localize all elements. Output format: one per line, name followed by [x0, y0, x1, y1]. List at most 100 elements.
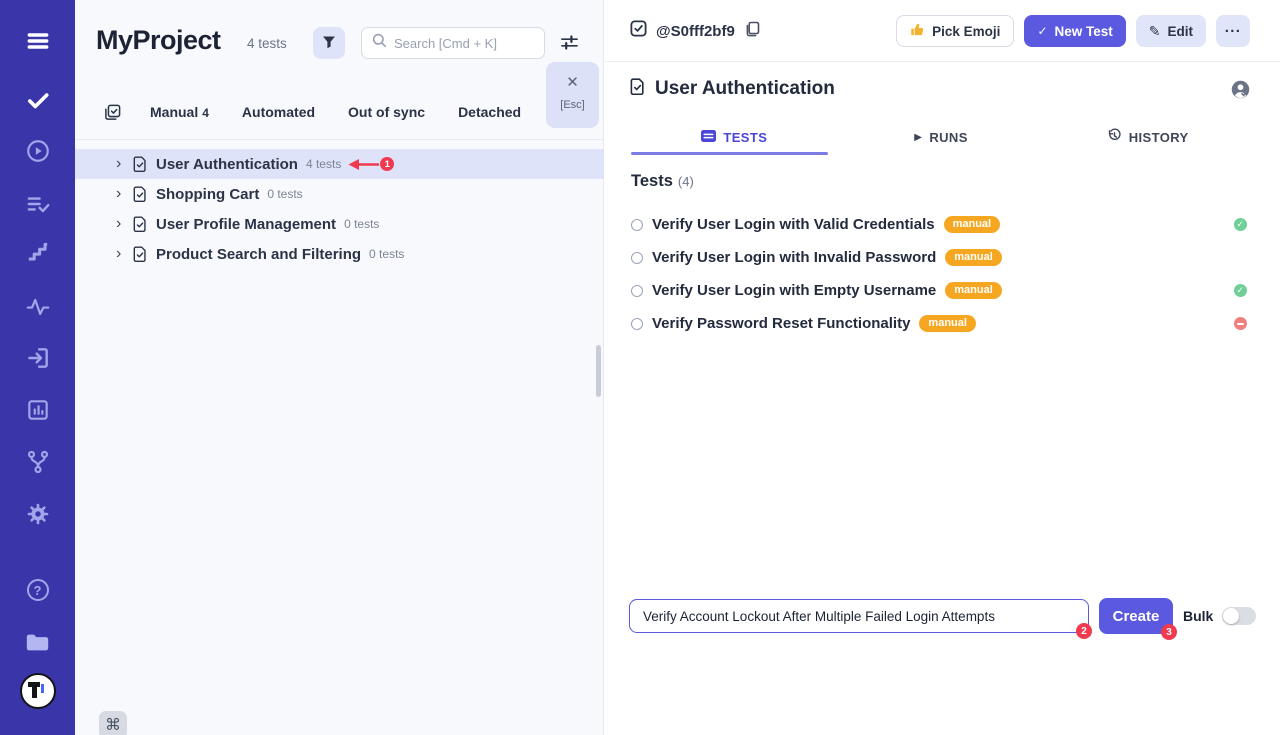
chevron-right-icon[interactable]: › [116, 215, 126, 233]
reports-chart-icon[interactable] [24, 396, 52, 424]
test-row[interactable]: Verify User Login with Valid Credentials… [631, 208, 1250, 241]
tree-label: Product Search and Filtering [156, 246, 361, 263]
search-icon [372, 33, 387, 53]
detail-topbar: @S0fff2bf9 Pick Emoji ✓ New Test ✎ Edit … [605, 0, 1280, 62]
suite-detail-panel: @S0fff2bf9 Pick Emoji ✓ New Test ✎ Edit … [605, 0, 1280, 735]
tree-label: User Profile Management [156, 216, 336, 233]
test-row[interactable]: Verify User Login with Invalid Password … [631, 241, 1250, 274]
tab-manual[interactable]: Manual 4 [150, 104, 209, 120]
annotation-arrow-left [347, 158, 379, 171]
tab-detached[interactable]: Detached [458, 104, 521, 120]
history-clock-icon [1107, 128, 1122, 146]
tests-heading-label: Tests [631, 172, 673, 191]
edit-button[interactable]: ✎ Edit [1136, 15, 1206, 47]
test-radio[interactable] [631, 285, 643, 297]
tree-count: 0 tests [344, 217, 379, 231]
tree-row-user-authentication[interactable]: › User Authentication 4 tests 1 [75, 149, 604, 179]
import-icon[interactable] [24, 344, 52, 372]
document-check-icon [133, 246, 147, 262]
projects-folder-icon[interactable] [24, 628, 52, 656]
tab-out-of-sync-label: Out of sync [348, 104, 425, 120]
tab-runs-label: RUNS [929, 130, 967, 145]
chevron-right-icon[interactable]: › [116, 155, 126, 173]
annotation-badge-3: 3 [1161, 624, 1177, 640]
tests-tab-icon [701, 130, 716, 145]
tab-history[interactable]: HISTORY [1044, 122, 1251, 152]
manual-badge: manual [944, 216, 1001, 233]
cmd-key-hint: ⌘ [99, 711, 127, 735]
tab-out-of-sync[interactable]: Out of sync [348, 104, 425, 120]
test-row[interactable]: Verify Password Reset Functionality manu… [631, 307, 1250, 340]
logo-t-stem [32, 682, 37, 698]
assignee-avatar-check-icon[interactable] [1231, 80, 1250, 99]
tab-manual-label: Manual [150, 104, 198, 120]
new-test-title-input[interactable] [629, 599, 1089, 633]
test-radio[interactable] [631, 318, 643, 330]
test-radio[interactable] [631, 219, 643, 231]
tree-row-product-search-and-filtering[interactable]: › Product Search and Filtering 0 tests [75, 239, 604, 269]
document-check-icon [630, 78, 645, 100]
tab-automated[interactable]: Automated [242, 104, 315, 120]
document-check-icon [133, 186, 147, 202]
chevron-right-icon[interactable]: › [116, 245, 126, 263]
menu-icon[interactable] [24, 27, 52, 55]
runs-play-circle-icon[interactable] [24, 137, 52, 165]
scrollbar-thumb[interactable] [596, 345, 601, 397]
adjustments-icon[interactable] [561, 35, 578, 55]
manual-badge: manual [945, 249, 1002, 266]
new-test-label: New Test [1055, 24, 1113, 39]
tests-heading: Tests (4) [631, 172, 694, 191]
steps-icon[interactable] [24, 238, 52, 266]
document-check-icon [133, 216, 147, 232]
create-button-wrap: Create 3 [1099, 598, 1173, 634]
logo-accent [41, 684, 44, 693]
test-radio[interactable] [631, 252, 643, 264]
divider [75, 139, 604, 140]
question-mark-glyph: ? [27, 579, 49, 601]
select-all-icon[interactable] [104, 104, 121, 121]
close-icon[interactable]: ✕ [566, 75, 579, 90]
activity-pulse-icon[interactable] [24, 293, 52, 321]
tests-check-icon[interactable] [24, 86, 52, 114]
funnel-icon [322, 35, 336, 52]
ellipsis-icon: ··· [1225, 23, 1242, 40]
tab-tests-label: TESTS [723, 130, 767, 145]
help-icon[interactable]: ? [24, 576, 52, 604]
tuskr-logo[interactable] [20, 673, 56, 709]
bulk-toggle[interactable] [1222, 607, 1256, 625]
project-title: MyProject [96, 25, 221, 56]
suite-title: User Authentication [655, 78, 835, 100]
pick-emoji-button[interactable]: Pick Emoji [896, 15, 1014, 47]
tree-row-shopping-cart[interactable]: › Shopping Cart 0 tests [75, 179, 604, 209]
tab-tests[interactable]: TESTS [631, 122, 838, 152]
project-panel: MyProject 4 tests ✕ [Esc] Manual 4 Aut [75, 0, 604, 735]
test-title: Verify User Login with Empty Username [652, 282, 936, 299]
annotation-badge-2: 2 [1076, 623, 1092, 639]
tab-runs[interactable]: ▶ RUNS [838, 122, 1045, 152]
pick-emoji-label: Pick Emoji [932, 24, 1000, 39]
detail-tabs: TESTS ▶ RUNS HISTORY [631, 122, 1251, 152]
bulk-label: Bulk [1183, 608, 1213, 624]
check-icon: ✓ [1037, 24, 1047, 38]
toggle-knob [1223, 608, 1239, 624]
tree-row-user-profile-management[interactable]: › User Profile Management 0 tests [75, 209, 604, 239]
test-row[interactable]: Verify User Login with Empty Username ma… [631, 274, 1250, 307]
edit-label: Edit [1168, 24, 1194, 39]
thumbs-up-icon [910, 22, 925, 40]
tab-detached-label: Detached [458, 104, 521, 120]
search-input[interactable] [394, 36, 534, 51]
more-options-button[interactable]: ··· [1216, 15, 1250, 47]
suite-ref-code: @S0fff2bf9 [656, 23, 735, 40]
integrations-branch-icon[interactable] [24, 448, 52, 476]
settings-gear-icon[interactable] [24, 500, 52, 528]
test-list-check-icon[interactable] [24, 190, 52, 218]
filter-button[interactable] [313, 27, 345, 59]
tab-automated-label: Automated [242, 104, 315, 120]
new-test-button[interactable]: ✓ New Test [1024, 15, 1125, 47]
copy-icon[interactable] [744, 21, 760, 42]
tab-manual-count: 4 [202, 106, 209, 120]
test-title: Verify User Login with Valid Credentials [652, 216, 935, 233]
checkbox-icon[interactable] [630, 20, 647, 42]
status-passed-icon: ✓ [1234, 218, 1248, 232]
chevron-right-icon[interactable]: › [116, 185, 126, 203]
